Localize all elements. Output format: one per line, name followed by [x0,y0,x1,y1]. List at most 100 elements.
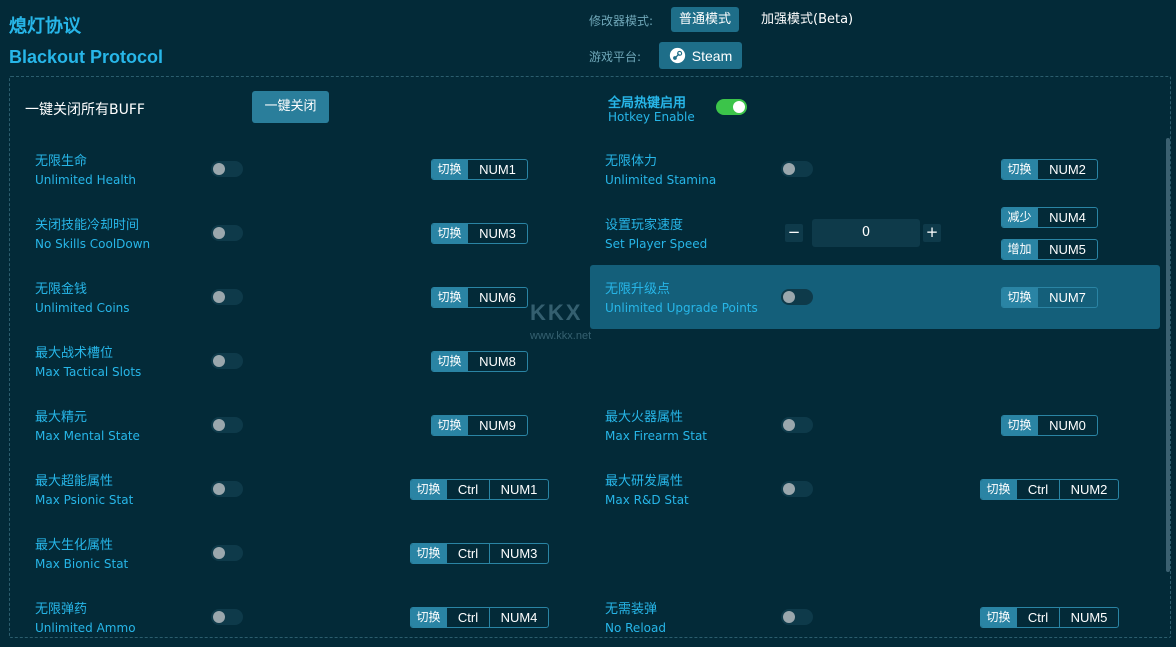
option-label-cn: 无限金钱 [35,282,88,297]
beta-mode-button[interactable]: 加强模式(Beta) [753,7,861,32]
max-rd-stat-hotkey[interactable]: 切换 Ctrl NUM2 [980,479,1119,500]
hotkey-modifier: Ctrl [446,544,489,563]
no-reload-hotkey[interactable]: 切换 Ctrl NUM5 [980,607,1119,628]
option-label-en: Unlimited Health [35,173,137,187]
max-mental-state-toggle[interactable] [211,417,243,433]
hotkey-action: 切换 [1002,288,1037,307]
watermark: KKX www.kkx.net [530,300,591,342]
max-psionic-stat-hotkey[interactable]: 切换 Ctrl NUM1 [410,479,549,500]
unlimited-ammo-toggle[interactable] [211,609,243,625]
hotkey-action: 增加 [1002,240,1037,259]
speed-decrease-hotkey[interactable]: 减少 NUM4 [1001,207,1098,228]
option-label-en: Max Psionic Stat [35,493,134,507]
speed-increase-button[interactable]: + [923,224,941,242]
platform-label: 游戏平台: [589,50,642,64]
max-firearm-stat-hotkey[interactable]: 切换 NUM0 [1001,415,1098,436]
hotkey-action: 减少 [1002,208,1037,227]
hotkey-key: NUM5 [1059,608,1118,627]
hotkey-action: 切换 [411,544,446,563]
option-no-reload: 无需装弹 No Reload [605,602,666,636]
unlimited-ammo-hotkey[interactable]: 切换 Ctrl NUM4 [410,607,549,628]
app-title-cn: 熄灯协议 [9,16,81,37]
option-label-en: Set Player Speed [605,237,708,251]
toggle-knob [783,483,795,495]
no-skills-cooldown-toggle[interactable] [211,225,243,241]
speed-decrease-button[interactable]: − [785,224,803,242]
hotkey-key: NUM1 [467,160,527,179]
option-no-skills-cooldown: 关闭技能冷却时间 No Skills CoolDown [35,218,150,252]
max-bionic-stat-toggle[interactable] [211,545,243,561]
option-max-bionic-stat: 最大生化属性 Max Bionic Stat [35,538,128,572]
option-max-rd-stat: 最大研发属性 Max R&D Stat [605,474,689,508]
option-label-en: Max Firearm Stat [605,429,707,443]
unlimited-coins-toggle[interactable] [211,289,243,305]
option-max-mental-state: 最大精元 Max Mental State [35,410,140,444]
max-firearm-stat-toggle[interactable] [781,417,813,433]
unlimited-upgrade-points-toggle[interactable] [781,289,813,305]
max-tactical-slots-hotkey[interactable]: 切换 NUM8 [431,351,528,372]
option-label-cn: 无限弹药 [35,602,88,617]
option-label-cn: 无限生命 [35,154,88,169]
hotkey-action: 切换 [432,352,467,371]
hotkey-enable-toggle[interactable] [716,99,747,115]
option-label-cn: 最大火器属性 [605,410,684,425]
hotkey-key: NUM8 [467,352,527,371]
option-unlimited-health: 无限生命 Unlimited Health [35,154,136,188]
option-label-cn: 最大生化属性 [35,538,114,553]
unlimited-coins-hotkey[interactable]: 切换 NUM6 [431,287,528,308]
hotkey-action: 切换 [432,416,467,435]
unlimited-stamina-toggle[interactable] [781,161,813,177]
max-tactical-slots-toggle[interactable] [211,353,243,369]
option-label-cn: 最大精元 [35,410,88,425]
max-bionic-stat-hotkey[interactable]: 切换 Ctrl NUM3 [410,543,549,564]
hotkey-modifier: Ctrl [446,480,489,499]
option-unlimited-stamina: 无限体力 Unlimited Stamina [605,154,716,188]
unlimited-health-hotkey[interactable]: 切换 NUM1 [431,159,528,180]
steam-icon [669,47,685,64]
hotkey-key: NUM4 [489,608,548,627]
speed-increase-hotkey[interactable]: 增加 NUM5 [1001,239,1098,260]
hotkey-key: NUM5 [1037,240,1097,259]
options-panel [9,76,1171,638]
toggle-knob [213,483,225,495]
option-label-cn: 无限升级点 [605,282,671,297]
hotkey-key: NUM2 [1037,160,1097,179]
hotkey-action: 切换 [1002,416,1037,435]
watermark-logo: KKX [530,300,583,325]
option-set-player-speed: 设置玩家速度 Set Player Speed [605,218,707,252]
toggle-knob [213,227,225,239]
close-all-button[interactable]: 一键关闭 [252,91,329,123]
unlimited-stamina-hotkey[interactable]: 切换 NUM2 [1001,159,1098,180]
max-rd-stat-toggle[interactable] [781,481,813,497]
hotkey-key: NUM7 [1037,288,1097,307]
unlimited-health-toggle[interactable] [211,161,243,177]
hotkey-action: 切换 [981,480,1016,499]
option-label-en: No Reload [605,621,666,635]
toggle-knob [213,547,225,559]
unlimited-upgrade-points-hotkey[interactable]: 切换 NUM7 [1001,287,1098,308]
hotkey-enable-label-cn: 全局热键启用 [608,96,687,111]
hotkey-key: NUM2 [1059,480,1118,499]
option-max-firearm-stat: 最大火器属性 Max Firearm Stat [605,410,707,444]
no-skills-cooldown-hotkey[interactable]: 切换 NUM3 [431,223,528,244]
toggle-knob [783,163,795,175]
option-label-cn: 最大超能属性 [35,474,114,489]
normal-mode-button[interactable]: 普通模式 [671,7,740,32]
speed-value-input[interactable]: 0 [812,219,920,247]
hotkey-key: NUM1 [489,480,548,499]
toggle-knob [213,291,225,303]
hotkey-key: NUM3 [489,544,548,563]
hotkey-key: NUM6 [467,288,527,307]
option-label-cn: 关闭技能冷却时间 [35,218,140,233]
max-mental-state-hotkey[interactable]: 切换 NUM9 [431,415,528,436]
scrollbar[interactable] [1166,138,1170,572]
option-label-en: Unlimited Stamina [605,173,717,187]
toggle-knob [213,355,225,367]
steam-platform-button[interactable]: Steam [659,42,742,69]
max-psionic-stat-toggle[interactable] [211,481,243,497]
option-label-en: Unlimited Upgrade Points [605,301,758,315]
hotkey-key: NUM0 [1037,416,1097,435]
app-title-en: Blackout Protocol [9,47,164,67]
no-reload-toggle[interactable] [781,609,813,625]
close-all-buff-label: 一键关闭所有BUFF [25,102,145,118]
